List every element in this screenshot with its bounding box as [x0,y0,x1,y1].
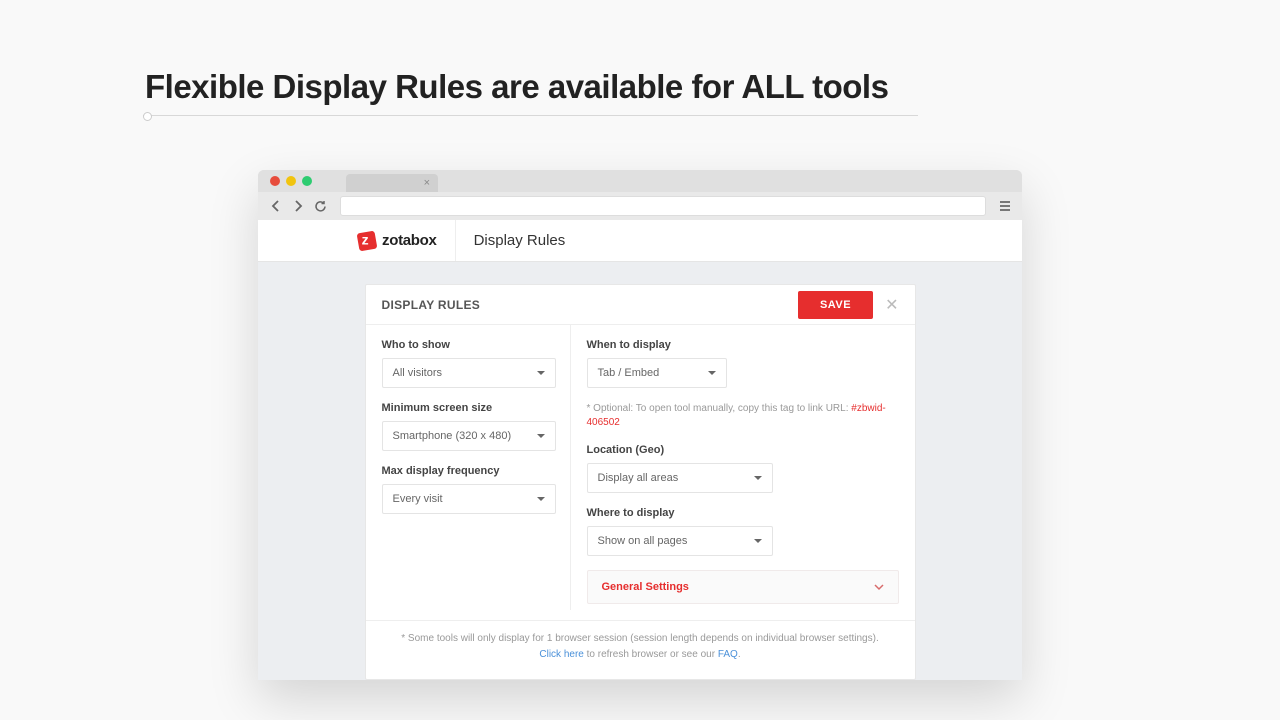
title-divider [143,115,918,116]
caret-down-icon [754,476,762,480]
hamburger-menu-icon[interactable] [998,199,1012,213]
save-button[interactable]: SAVE [798,291,873,319]
min-screen-size-select[interactable]: Smartphone (320 x 480) [382,421,556,451]
footer-line1: * Some tools will only display for 1 bro… [401,633,878,644]
caret-down-icon [708,371,716,375]
caret-down-icon [754,539,762,543]
panel-right-column: When to display Tab / Embed * Optional: … [571,325,915,610]
chevron-down-icon [874,582,884,592]
location-geo-label: Location (Geo) [587,444,899,456]
page-title: Flexible Display Rules are available for… [145,68,888,106]
brand-name: zotabox [382,232,437,249]
general-settings-label: General Settings [602,581,689,593]
where-to-display-label: Where to display [587,507,899,519]
app-header: zotabox Display Rules [258,220,1022,262]
panel-header: DISPLAY RULES SAVE ✕ [366,285,915,325]
footer-mid: to refresh browser or see our [584,649,718,660]
footer-end: . [738,649,741,660]
reload-icon[interactable] [312,198,328,214]
panel-body: Who to show All visitors Minimum screen … [366,325,915,610]
browser-tab[interactable]: × [346,174,438,192]
browser-toolbar [258,192,1022,220]
forward-icon[interactable] [290,198,306,214]
where-to-display-select[interactable]: Show on all pages [587,526,773,556]
hint-text: * Optional: To open tool manually, copy … [587,403,852,414]
link-tag-hint: * Optional: To open tool manually, copy … [587,402,899,430]
who-to-show-label: Who to show [382,339,556,351]
browser-window: × zotabox Display Rules DISPLAY RULES [258,170,1022,680]
logo-icon [357,230,378,251]
faq-link[interactable]: FAQ [718,649,738,660]
click-here-link[interactable]: Click here [539,649,583,660]
when-to-display-select[interactable]: Tab / Embed [587,358,727,388]
close-window-icon[interactable] [270,176,280,186]
who-to-show-select[interactable]: All visitors [382,358,556,388]
when-to-display-value: Tab / Embed [598,367,660,379]
max-frequency-select[interactable]: Every visit [382,484,556,514]
where-to-display-value: Show on all pages [598,535,688,547]
panel-footer-note: * Some tools will only display for 1 bro… [366,620,915,667]
location-geo-value: Display all areas [598,472,679,484]
back-icon[interactable] [268,198,284,214]
panel-left-column: Who to show All visitors Minimum screen … [366,325,571,610]
when-to-display-label: When to display [587,339,899,351]
maximize-window-icon[interactable] [302,176,312,186]
url-input[interactable] [340,196,986,216]
max-frequency-value: Every visit [393,493,443,505]
close-tab-icon[interactable]: × [424,177,430,189]
header-section-label: Display Rules [456,220,566,261]
browser-tab-strip: × [258,170,1022,192]
caret-down-icon [537,371,545,375]
location-geo-select[interactable]: Display all areas [587,463,773,493]
general-settings-accordion[interactable]: General Settings [587,570,899,604]
max-frequency-label: Max display frequency [382,465,556,477]
window-controls [270,176,312,186]
panel-title: DISPLAY RULES [382,298,798,312]
caret-down-icon [537,497,545,501]
display-rules-panel: DISPLAY RULES SAVE ✕ Who to show All vis… [365,284,916,680]
caret-down-icon [537,434,545,438]
min-screen-size-label: Minimum screen size [382,402,556,414]
who-to-show-value: All visitors [393,367,443,379]
close-panel-icon[interactable]: ✕ [873,291,898,319]
min-screen-size-value: Smartphone (320 x 480) [393,430,512,442]
brand-logo[interactable]: zotabox [358,220,456,261]
app-body: zotabox Display Rules DISPLAY RULES SAVE… [258,220,1022,680]
minimize-window-icon[interactable] [286,176,296,186]
